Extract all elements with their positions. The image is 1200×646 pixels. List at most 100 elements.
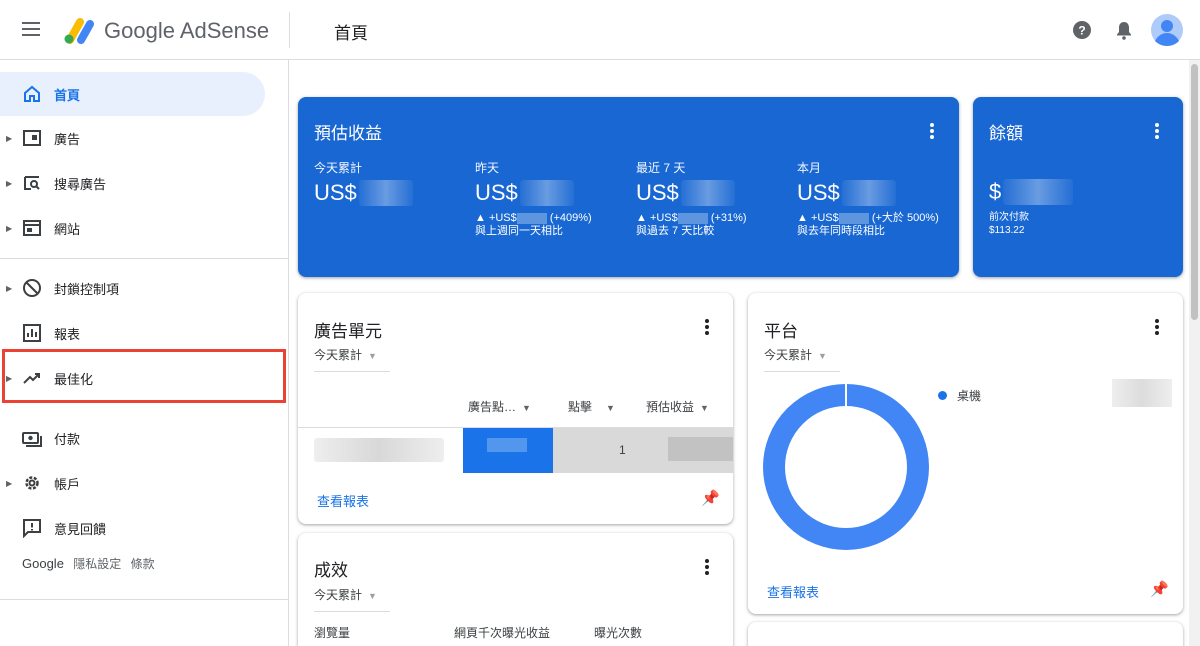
redacted-ad-unit-name xyxy=(314,438,444,462)
expand-caret-icon[interactable]: ▶ xyxy=(6,284,12,293)
column-label: 廣告點… xyxy=(468,400,517,414)
redacted-value xyxy=(841,180,896,206)
sidebar-item-payments[interactable]: 付款 xyxy=(0,416,289,460)
redacted-value xyxy=(1003,179,1074,205)
expand-caret-icon[interactable]: ▶ xyxy=(6,179,12,188)
legend-label: 桌機 xyxy=(957,389,982,403)
terms-link[interactable]: 條款 xyxy=(131,557,155,571)
stat-label: 最近 7 天 xyxy=(636,161,686,175)
metric-pageviews[interactable]: 瀏覽量 xyxy=(314,624,350,641)
column-header-est-earnings[interactable]: 預估收益 ▼ xyxy=(646,398,709,415)
stat-label: 今天累計 xyxy=(314,161,363,175)
column-header-ad-clicks[interactable]: 廣告點… ▼ xyxy=(468,398,531,415)
stat-compare: 與上週同一天相比 xyxy=(475,225,563,237)
account-avatar[interactable] xyxy=(1151,14,1183,46)
more-options-icon[interactable] xyxy=(705,559,709,575)
expand-caret-icon[interactable]: ▶ xyxy=(6,479,12,488)
stat-label: 本月 xyxy=(797,161,822,175)
date-range-dropdown[interactable]: 今天累計 ▼ xyxy=(314,346,390,372)
date-range-dropdown[interactable]: 今天累計 ▼ xyxy=(764,346,840,372)
sidebar-item-label: 搜尋廣告 xyxy=(54,176,107,192)
page-scrollbar[interactable] xyxy=(1189,60,1200,646)
delta-prefix: ▲ +US$ xyxy=(636,212,678,224)
delta-suffix: (+31%) xyxy=(710,212,747,224)
more-options-icon[interactable] xyxy=(1155,319,1159,335)
expand-caret-icon[interactable]: ▶ xyxy=(6,134,12,143)
card-title: 餘額 xyxy=(989,124,1023,143)
view-report-link[interactable]: 查看報表 xyxy=(317,491,369,510)
metric-page-rpm[interactable]: 網頁千次曝光收益 xyxy=(454,624,550,641)
redacted-value xyxy=(838,212,869,224)
sidebar-item-block-controls[interactable]: ▶ 封鎖控制項 xyxy=(0,266,289,310)
stat-yesterday: 昨天 US$ ▲ +US$ (+409%) 與上週同一天相比 xyxy=(475,159,592,238)
top-app-bar: Google AdSense 首頁 ? xyxy=(0,0,1200,60)
view-report-link[interactable]: 查看報表 xyxy=(767,582,819,601)
payments-icon xyxy=(22,432,42,447)
delta-suffix: (+409%) xyxy=(549,212,592,224)
sidebar-item-sites[interactable]: ▶ 網站 xyxy=(0,206,289,250)
next-card xyxy=(748,622,1183,646)
sidebar-item-home[interactable]: 首頁 xyxy=(0,72,265,116)
sidebar-item-account[interactable]: ▶ 帳戶 xyxy=(0,461,289,505)
sites-icon xyxy=(23,220,41,236)
bell-icon[interactable] xyxy=(1115,20,1133,40)
help-icon[interactable]: ? xyxy=(1072,20,1092,40)
scrollbar-thumb[interactable] xyxy=(1191,64,1198,320)
performance-card: 成效 今天累計 ▼ 瀏覽量 網頁千次曝光收益 曝光次數 xyxy=(298,533,733,646)
feedback-icon xyxy=(23,519,41,538)
dropdown-arrow-icon: ▼ xyxy=(368,591,377,601)
donut-segment-desktop[interactable] xyxy=(763,384,929,550)
redacted-value xyxy=(358,180,413,206)
column-header-clicks[interactable]: 點擊 ▼ xyxy=(568,398,615,415)
privacy-link[interactable]: 隱私設定 xyxy=(73,557,121,571)
delta-prefix: ▲ +US$ xyxy=(475,212,517,224)
stat-value: $ xyxy=(989,179,1074,205)
card-title: 廣告單元 xyxy=(314,322,382,341)
legend-dot-icon xyxy=(938,391,947,400)
platform-donut-chart xyxy=(763,383,929,550)
stat-value: US$ xyxy=(314,180,413,206)
sidebar-item-label: 帳戶 xyxy=(54,476,81,492)
ads-icon xyxy=(23,130,41,146)
more-options-icon[interactable] xyxy=(930,123,934,139)
sort-arrow-icon: ▼ xyxy=(700,403,709,413)
brand-title: Google AdSense xyxy=(104,18,270,43)
stat-currency: US$ xyxy=(797,180,840,205)
date-range-dropdown[interactable]: 今天累計 ▼ xyxy=(314,586,390,612)
redacted-value xyxy=(1112,379,1172,407)
payments-highlight-box xyxy=(2,349,286,403)
header-divider xyxy=(289,12,290,48)
sidebar-divider xyxy=(0,599,289,600)
sidebar-item-label: 封鎖控制項 xyxy=(54,281,120,297)
svg-text:?: ? xyxy=(1078,24,1085,38)
date-range-value: 今天累計 xyxy=(764,348,813,362)
menu-icon[interactable] xyxy=(22,22,40,36)
sidebar-item-label: 網站 xyxy=(54,221,81,237)
table-row[interactable]: 1 xyxy=(298,428,733,473)
redacted-value xyxy=(516,212,547,224)
search-ads-icon xyxy=(24,176,40,190)
last-payment-value: $113.22 xyxy=(989,225,1025,236)
sidebar-item-ads[interactable]: ▶ 廣告 xyxy=(0,116,289,160)
adsense-app: Google AdSense 首頁 ? 首頁 ▶ 廣告 ▶ 搜尋廣告 ▶ 網站 … xyxy=(0,0,1200,646)
last-payment-label: 前次付款 xyxy=(989,212,1029,223)
stat-compare: 與過去 7 天比較 xyxy=(636,225,715,237)
sidebar-item-feedback[interactable]: 意見回饋 xyxy=(0,506,289,550)
stat-this-month: 本月 US$ ▲ +US$ (+大於 500%) 與去年同時段相比 xyxy=(797,159,939,238)
stat-today: 今天累計 US$ xyxy=(314,159,413,206)
balance-currency: $ xyxy=(989,179,1002,204)
sidebar-item-search-ads[interactable]: ▶ 搜尋廣告 xyxy=(0,161,289,205)
sidebar-divider xyxy=(0,258,289,259)
column-label: 預估收益 xyxy=(646,400,695,414)
redacted-value xyxy=(487,438,527,452)
expand-caret-icon[interactable]: ▶ xyxy=(6,224,12,233)
chart-legend: 桌機 xyxy=(938,387,981,404)
pin-icon[interactable]: 📌 xyxy=(701,489,720,507)
metric-impressions[interactable]: 曝光次數 xyxy=(594,624,642,641)
date-range-value: 今天累計 xyxy=(314,588,363,602)
stat-currency: US$ xyxy=(475,180,518,205)
stat-currency: US$ xyxy=(314,180,357,205)
more-options-icon[interactable] xyxy=(1155,123,1159,139)
pin-icon[interactable]: 📌 xyxy=(1150,580,1169,598)
more-options-icon[interactable] xyxy=(705,319,709,335)
